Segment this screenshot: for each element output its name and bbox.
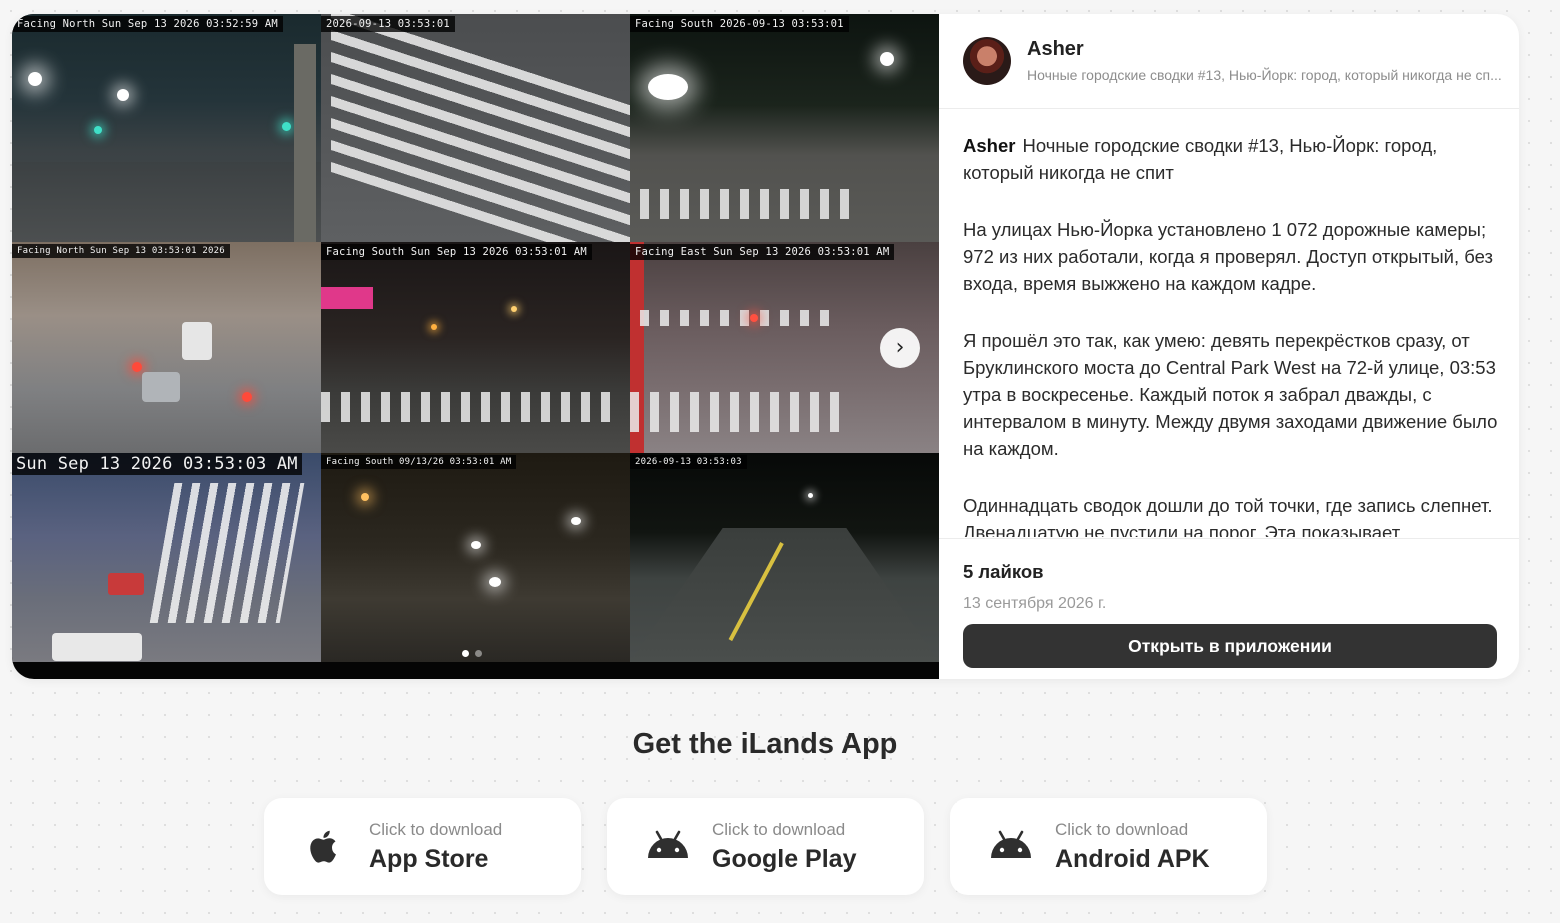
camera-feed: Facing North Sun Sep 13 03:53:01 2026: [12, 242, 321, 453]
camera-feed: Facing North Sun Sep 13 2026 03:52:59 AM: [12, 14, 321, 242]
caption-paragraph: Одиннадцать сводок дошли до той точки, г…: [963, 495, 1493, 537]
headlights: [489, 577, 501, 587]
post-caption: Asher Ночные городские сводки #13, Нью-Йо…: [963, 132, 1511, 537]
android-icon: [991, 830, 1031, 858]
store-name: Google Play: [712, 845, 857, 873]
street-light: [880, 52, 894, 66]
caption-paragraph: На улицах Нью-Йорка установлено 1 072 до…: [963, 219, 1494, 294]
headlights: [471, 541, 481, 549]
crosswalk: [149, 483, 305, 623]
store-name: App Store: [369, 845, 489, 873]
street-light: [511, 306, 517, 312]
camera-feed: Facing South 09/13/26 03:53:01 AM: [321, 453, 630, 662]
post-date: 13 сентября 2026 г.: [963, 595, 1107, 612]
vehicle: [52, 633, 142, 661]
open-in-app-button[interactable]: Открыть в приложении: [963, 624, 1497, 668]
neon-sign: [321, 287, 373, 309]
app-store-button[interactable]: Click to download App Store: [264, 798, 581, 895]
caption-text: Ночные городские сводки #13, Нью-Йорк: г…: [963, 135, 1438, 183]
crosswalk: [321, 392, 621, 422]
android-apk-button[interactable]: Click to download Android APK: [950, 798, 1267, 895]
camera-timestamp: Facing South Sun Sep 13 2026 03:53:01 AM: [321, 244, 592, 260]
headlights: [648, 74, 688, 100]
post-header: Asher Ночные городские сводки #13, Нью-Й…: [939, 14, 1519, 109]
crosswalk: [640, 310, 830, 326]
vehicle: [142, 372, 180, 402]
tail-light: [750, 314, 758, 322]
camera-timestamp: 2026-09-13 03:53:01: [321, 16, 455, 32]
pole: [294, 44, 316, 242]
camera-grid: Facing North Sun Sep 13 2026 03:52:59 AM…: [12, 14, 939, 662]
store-caption: Click to download: [369, 820, 503, 839]
camera-feed: Facing South 2026-09-13 03:53:01: [630, 14, 939, 242]
camera-timestamp: Facing North Sun Sep 13 2026 03:52:59 AM: [12, 16, 283, 32]
tail-light: [242, 392, 252, 402]
camera-feed: 2026-09-13 03:53:01: [321, 14, 630, 242]
author-name[interactable]: Asher: [1027, 38, 1084, 61]
street-light: [28, 72, 42, 86]
camera-timestamp: Sun Sep 13 2026 03:53:03 AM: [12, 453, 302, 475]
camera-feed: Facing South Sun Sep 13 2026 03:53:01 AM: [321, 242, 630, 453]
street-light: [808, 493, 813, 498]
street-light: [117, 89, 129, 101]
avatar[interactable]: [963, 37, 1011, 85]
apple-icon: [310, 830, 336, 863]
camera-timestamp: Facing South 09/13/26 03:53:01 AM: [321, 455, 517, 469]
likes-count[interactable]: 5 лайков: [963, 561, 1044, 583]
carousel-dot[interactable]: [475, 650, 482, 657]
post-sidebar: Asher Ночные городские сводки #13, Нью-Й…: [939, 14, 1519, 679]
street-light: [431, 324, 437, 330]
caption-paragraph: Asher Ночные городские сводки #13, Нью-Йо…: [963, 132, 1511, 186]
road: [12, 162, 321, 242]
store-name: Android APK: [1055, 845, 1210, 873]
camera-timestamp: 2026-09-13 03:53:03: [630, 455, 747, 469]
store-buttons: Click to download App Store Click to dow…: [264, 798, 1267, 895]
road: [630, 528, 939, 662]
post-title-preview: Ночные городские сводки #13, Нью-Йорк: г…: [1027, 67, 1502, 83]
post-card: Facing North Sun Sep 13 2026 03:52:59 AM…: [12, 14, 1519, 679]
traffic-light: [282, 122, 291, 131]
android-icon: [648, 830, 688, 858]
traffic-light: [94, 126, 102, 134]
store-caption: Click to download: [1055, 820, 1189, 839]
post-footer: 5 лайков 13 сентября 2026 г. Открыть в п…: [939, 538, 1519, 679]
caption-paragraph: Я прошёл это так, как умею: девять перек…: [963, 330, 1498, 459]
crosswalk: [331, 14, 630, 242]
tail-light: [132, 362, 142, 372]
carousel-dots: [462, 650, 482, 657]
next-slide-button[interactable]: ›: [880, 328, 920, 368]
camera-timestamp: Facing North Sun Sep 13 03:53:01 2026: [12, 244, 230, 258]
store-caption: Click to download: [712, 820, 846, 839]
camera-timestamp: Facing South 2026-09-13 03:53:01: [630, 16, 849, 32]
street-light: [361, 493, 369, 501]
camera-timestamp: Facing East Sun Sep 13 2026 03:53:01 AM: [630, 244, 895, 260]
vehicle: [182, 322, 212, 360]
media-carousel[interactable]: Facing North Sun Sep 13 2026 03:52:59 AM…: [12, 14, 939, 679]
carousel-dot-active[interactable]: [462, 650, 469, 657]
camera-feed: Sun Sep 13 2026 03:53:03 AM: [12, 453, 321, 662]
crosswalk: [630, 392, 850, 432]
vehicle: [108, 573, 144, 595]
app-promo-title: Get the iLands App: [632, 728, 898, 760]
crosswalk: [640, 189, 860, 219]
caption-author[interactable]: Asher: [963, 135, 1015, 156]
headlights: [571, 517, 581, 525]
google-play-button[interactable]: Click to download Google Play: [607, 798, 924, 895]
chevron-right-icon: ›: [895, 335, 905, 360]
camera-feed: 2026-09-13 03:53:03: [630, 453, 939, 662]
